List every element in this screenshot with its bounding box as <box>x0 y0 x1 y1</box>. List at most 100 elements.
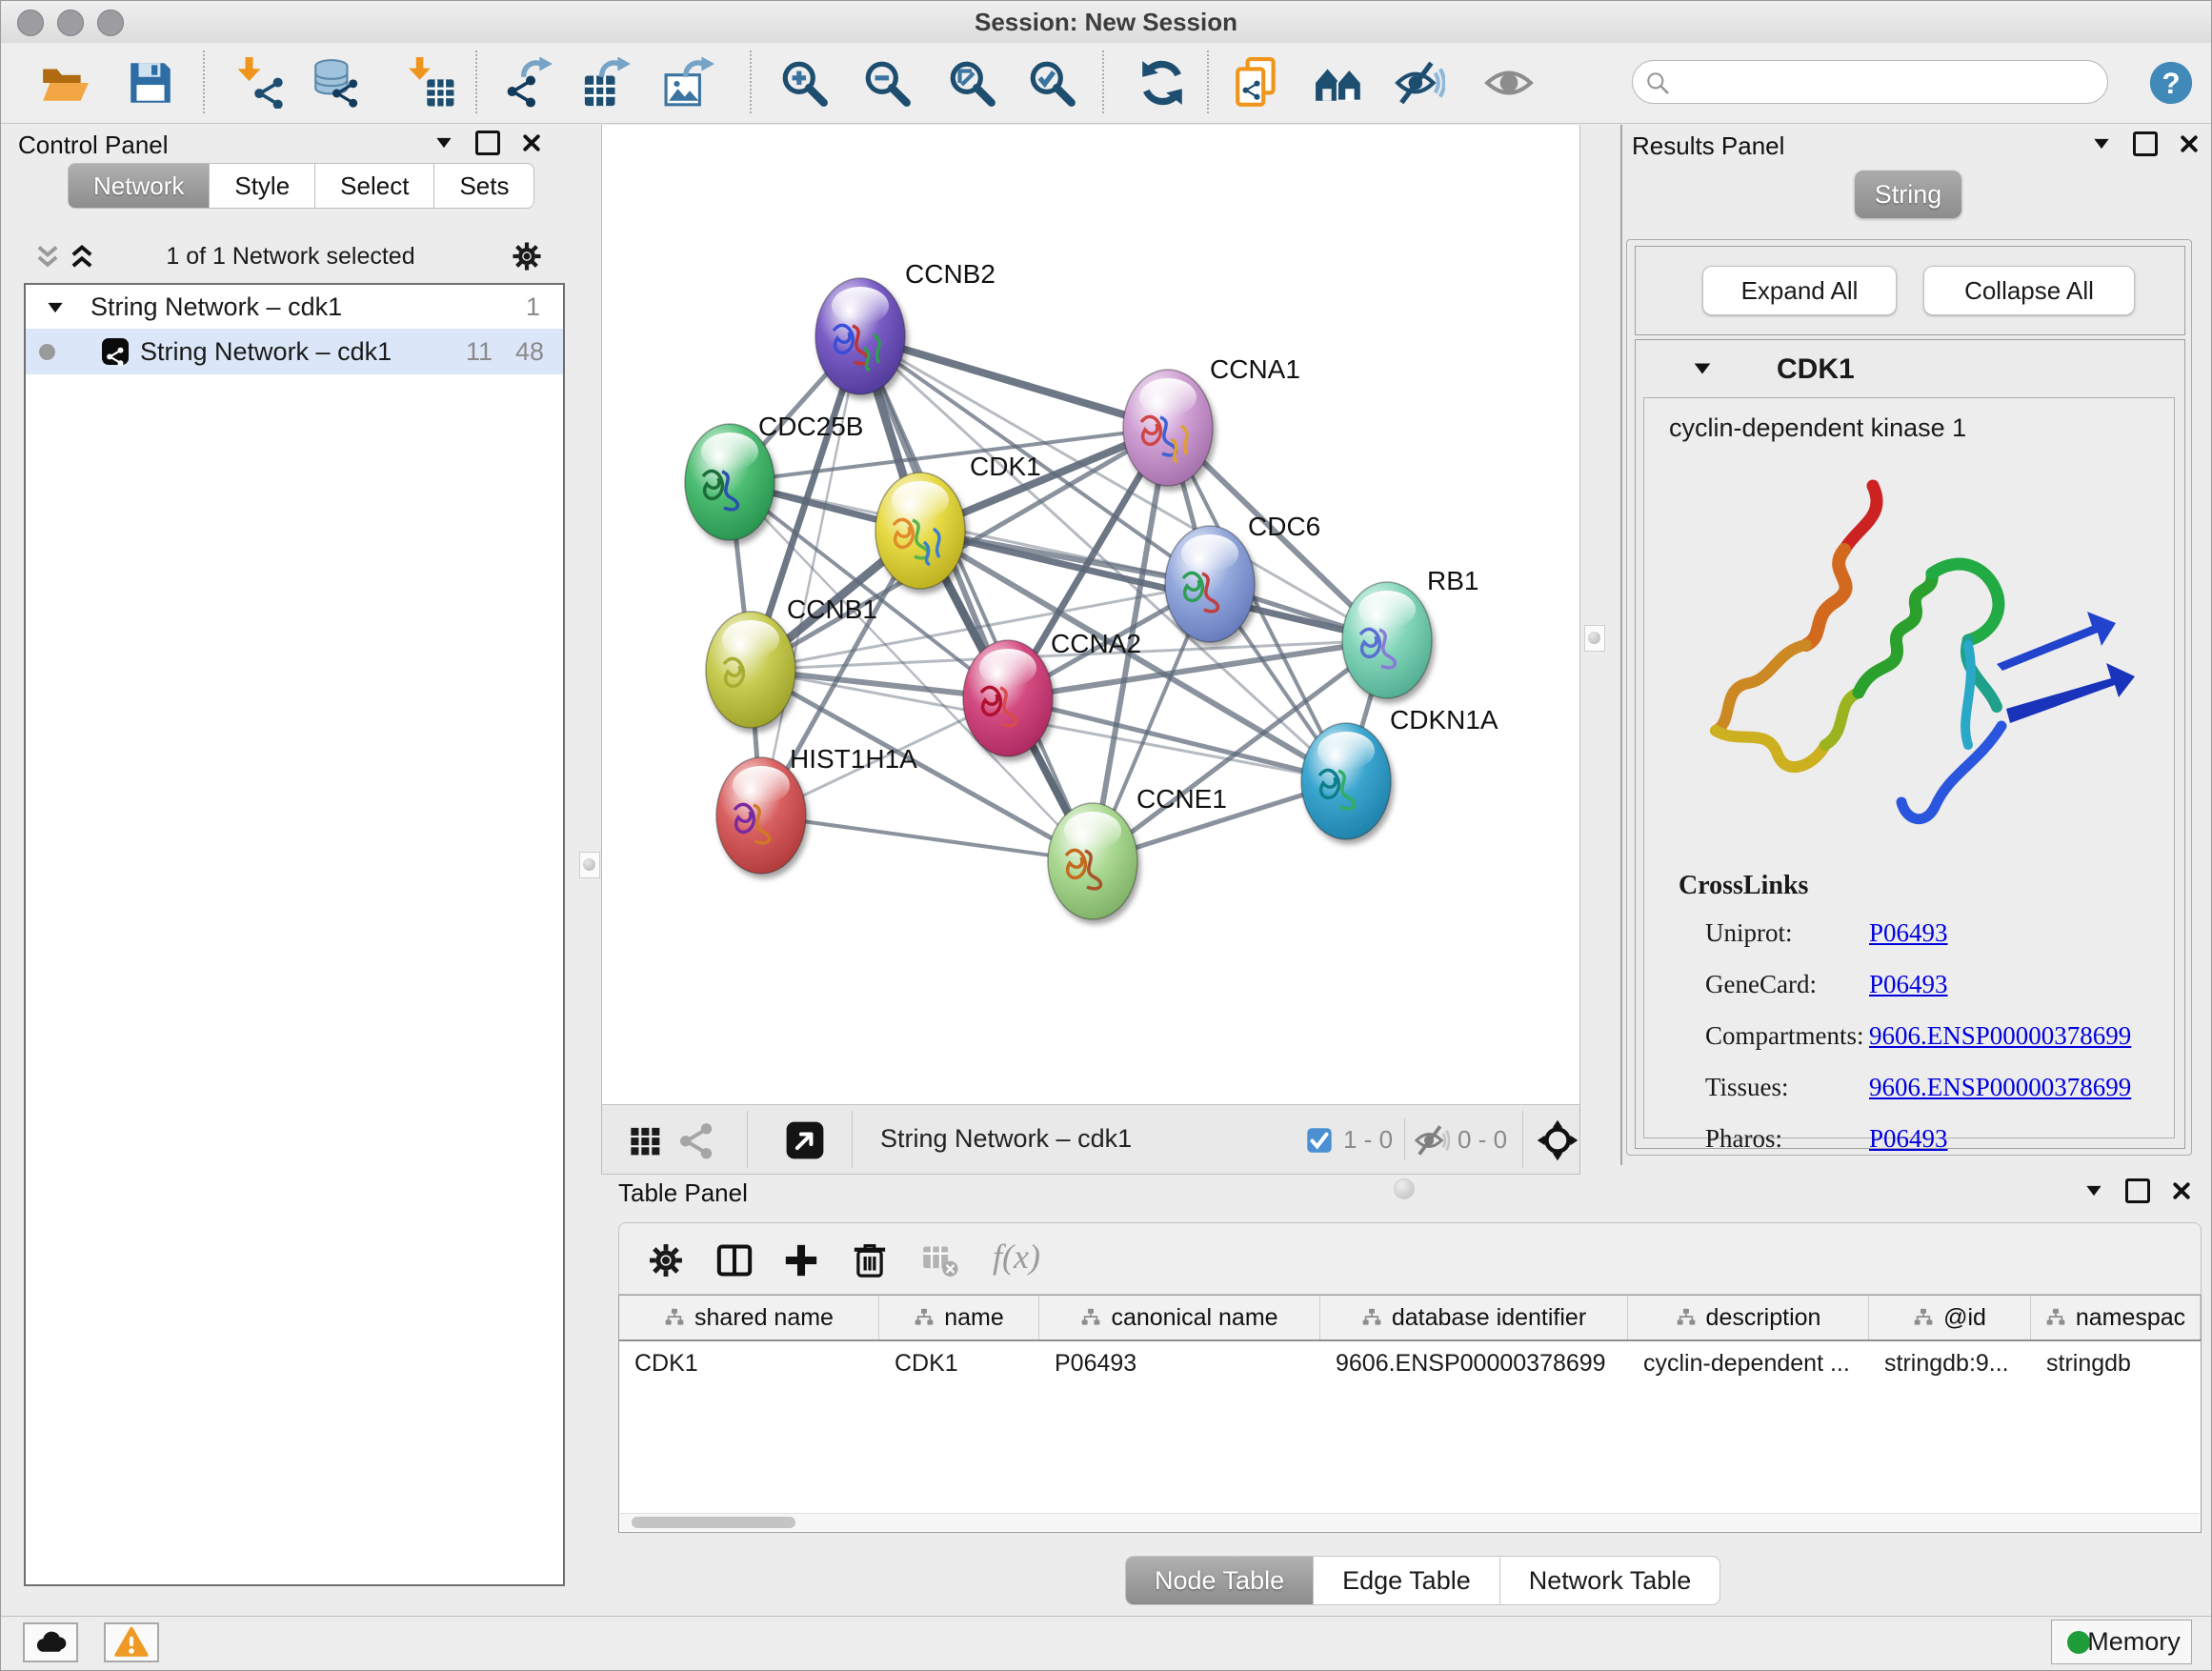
tab-network[interactable]: Network <box>68 163 210 209</box>
table-cell[interactable]: cyclin-dependent ... <box>1628 1341 1869 1385</box>
warnings-button[interactable] <box>104 1622 159 1662</box>
table-gear-icon[interactable] <box>646 1240 686 1280</box>
tab-node-table[interactable]: Node Table <box>1125 1556 1314 1605</box>
column-header--id[interactable]: @id <box>1869 1296 2031 1339</box>
selected-checkbox-icon[interactable] <box>1305 1126 1334 1155</box>
delete-column-icon[interactable] <box>850 1240 890 1280</box>
import-network-icon[interactable] <box>235 57 287 109</box>
birdseye-navigator-icon[interactable] <box>1536 1118 1579 1162</box>
table-cell[interactable]: P06493 <box>1039 1341 1320 1385</box>
column-header-shared-name[interactable]: shared name <box>619 1296 879 1339</box>
results-panel-undock-icon[interactable] <box>2133 131 2158 156</box>
table-cell[interactable]: CDK1 <box>619 1341 879 1385</box>
first-neighbors-icon[interactable] <box>1314 57 1365 109</box>
node-entry-header[interactable]: CDK1 <box>1636 340 2184 397</box>
tab-sets[interactable]: Sets <box>434 163 534 209</box>
network-view-canvas[interactable]: CCNB2CCNA1CDC25BCDK1CDC6RB1CCNB1CCNA2CDK… <box>601 125 1580 1104</box>
table-cell[interactable]: CDK1 <box>879 1341 1039 1385</box>
expand-all-button[interactable]: Expand All <box>1702 266 1897 315</box>
hierarchy-icon <box>1676 1307 1697 1328</box>
table-cell[interactable]: stringdb:9... <box>1869 1341 2031 1385</box>
column-header-description[interactable]: description <box>1628 1296 1869 1339</box>
network-node-CDC25B[interactable]: CDC25B <box>685 412 863 540</box>
network-node-CCNA1[interactable]: CCNA1 <box>1123 354 1300 486</box>
network-panel-gear-icon[interactable] <box>510 239 544 273</box>
network-node-CCNB2[interactable]: CCNB2 <box>815 259 995 394</box>
network-node-HIST1H1A[interactable]: HIST1H1A <box>716 744 917 874</box>
show-columns-icon[interactable] <box>714 1240 754 1280</box>
help-icon[interactable] <box>2148 60 2194 106</box>
crosslink-link[interactable]: P06493 <box>1869 918 1948 948</box>
import-table-icon[interactable] <box>405 57 456 109</box>
results-panel-float-icon[interactable] <box>2091 133 2112 154</box>
control-panel-close-icon[interactable] <box>521 132 542 153</box>
control-panel-undock-icon[interactable] <box>475 131 500 155</box>
collection-collapse-icon[interactable] <box>45 297 66 318</box>
crosslink-link[interactable]: P06493 <box>1869 970 1948 999</box>
left-splitter-handle[interactable] <box>579 852 600 878</box>
collapse-all-button[interactable]: Collapse All <box>1923 266 2135 315</box>
control-panel-tabs: Network Style Select Sets <box>68 163 534 209</box>
control-panel-float-icon[interactable] <box>433 132 454 153</box>
network-share-icon[interactable] <box>676 1120 716 1160</box>
column-header-namespac[interactable]: namespac <box>2031 1296 2201 1339</box>
export-table-icon[interactable] <box>582 57 633 109</box>
search-input[interactable] <box>1632 60 2108 104</box>
network-edge-CCNB2-CCNA1[interactable] <box>860 336 1168 428</box>
table-cell[interactable]: stringdb <box>2031 1341 2201 1385</box>
crosslink-link[interactable]: 9606.ENSP00000378699 <box>1869 1073 2131 1102</box>
memory-button[interactable]: Memory <box>2051 1620 2192 1664</box>
crosslink-link[interactable]: P06493 <box>1869 1124 1948 1154</box>
zoom-selected-icon[interactable] <box>1026 57 1077 109</box>
network-node-CCNB1[interactable]: CCNB1 <box>706 594 877 728</box>
network-node-CDKN1A[interactable]: CDKN1A <box>1301 705 1498 839</box>
table-panel-undock-icon[interactable] <box>2125 1178 2150 1203</box>
network-row-selected[interactable]: String Network – cdk1 11 48 <box>26 329 563 374</box>
network-graph[interactable]: CCNB2CCNA1CDC25BCDK1CDC6RB1CCNB1CCNA2CDK… <box>602 125 1579 1102</box>
table-cell[interactable]: 9606.ENSP00000378699 <box>1320 1341 1628 1385</box>
scrollbar-thumb[interactable] <box>632 1517 795 1528</box>
zoom-fit-icon[interactable] <box>946 57 997 109</box>
right-splitter-handle[interactable] <box>1584 625 1605 652</box>
add-column-icon[interactable] <box>781 1240 821 1280</box>
table-row[interactable]: CDK1CDK1P064939606.ENSP00000378699cyclin… <box>619 1341 2201 1385</box>
import-network-from-database-icon[interactable] <box>310 57 361 109</box>
network-node-RB1[interactable]: RB1 <box>1342 566 1478 698</box>
copy-network-icon[interactable] <box>1232 57 1283 109</box>
memory-label: Memory <box>2087 1627 2181 1656</box>
detach-view-icon[interactable] <box>785 1120 825 1160</box>
show-all-icon[interactable] <box>1483 57 1535 109</box>
cloud-button[interactable] <box>23 1622 78 1662</box>
hide-selected-icon[interactable] <box>1394 57 1445 109</box>
network-edge-HIST1H1A-CCNE1[interactable] <box>761 815 1093 861</box>
network-node-CCNE1[interactable]: CCNE1 <box>1048 784 1227 919</box>
grid-view-icon[interactable] <box>627 1122 663 1158</box>
network-view-toolbar: String Network – cdk1 1 - 0 0 - 0 <box>601 1104 1580 1175</box>
network-collection-row[interactable]: String Network – cdk1 1 <box>26 285 563 329</box>
refresh-icon[interactable] <box>1136 57 1188 109</box>
export-image-icon[interactable] <box>664 57 715 109</box>
save-session-icon[interactable] <box>125 57 176 109</box>
entry-collapse-icon[interactable] <box>1691 357 1714 380</box>
tab-select[interactable]: Select <box>315 163 434 209</box>
tab-string[interactable]: String <box>1855 171 1961 218</box>
zoom-out-icon[interactable] <box>861 57 913 109</box>
crosslink-link[interactable]: 9606.ENSP00000378699 <box>1869 1021 2131 1051</box>
hidden-eye-icon[interactable] <box>1414 1122 1450 1158</box>
export-network-icon[interactable] <box>504 57 555 109</box>
column-header-database-identifier[interactable]: database identifier <box>1320 1296 1628 1339</box>
table-panel-close-icon[interactable] <box>2171 1180 2192 1201</box>
node-table[interactable]: shared namenamecanonical namedatabase id… <box>618 1295 2202 1533</box>
tab-style[interactable]: Style <box>210 163 315 209</box>
column-header-canonical-name[interactable]: canonical name <box>1039 1296 1320 1339</box>
column-header-name[interactable]: name <box>879 1296 1039 1339</box>
zoom-in-icon[interactable] <box>778 57 830 109</box>
tab-edge-table[interactable]: Edge Table <box>1314 1556 1500 1605</box>
results-panel-close-icon[interactable] <box>2179 133 2200 154</box>
app-window: Session: New Session Control Panel <box>0 0 2212 1671</box>
network-edge-CCNB2-CCNE1[interactable] <box>860 336 1093 861</box>
table-horizontal-scrollbar[interactable] <box>620 1513 2200 1531</box>
tab-network-table[interactable]: Network Table <box>1500 1556 1721 1605</box>
open-file-icon[interactable] <box>39 57 90 109</box>
table-panel-float-icon[interactable] <box>2083 1180 2104 1201</box>
